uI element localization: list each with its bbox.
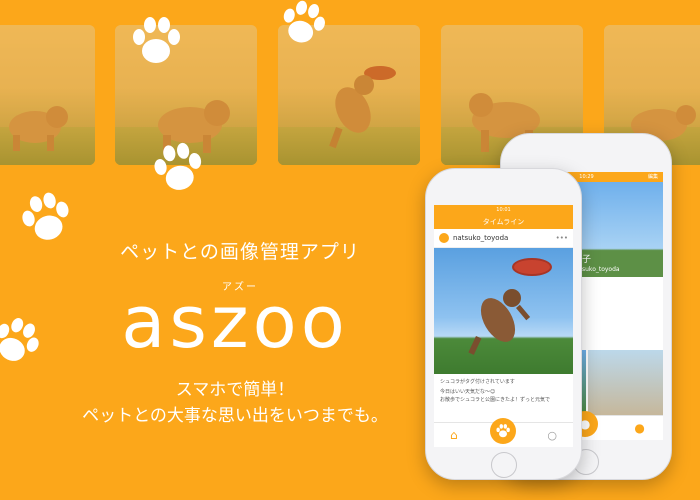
tagline: ペットとの画像管理アプリ [120,241,360,263]
paw-icon[interactable] [489,418,516,444]
app-logo: aszoo [121,280,349,364]
more-menu-icon[interactable]: ••• [556,234,568,242]
post-caption: シュコラがタグ付けされています 今日はいい天気だな〜☺ お散歩でシュコラと公園に… [434,374,573,408]
post-photo[interactable] [434,248,573,374]
dog-image [468,289,531,355]
paw-icon [128,13,184,69]
post-username[interactable]: natsuko_toyoda [453,234,508,242]
profile-username: suko_toyoda [582,266,620,273]
front-phone: 10:01 タイムライン natsuko_toyoda ••• シュコラがタグ付… [425,168,582,480]
status-bar: 10:01 [434,205,573,215]
front-tab-bar: ⌂ ○ [434,418,573,447]
page-title: タイムライン [434,215,573,229]
copy-line-2: ペットとの大事な思い出をいつまでも。 [82,406,388,426]
grid-photo[interactable] [587,350,663,416]
caption-line: 今日はいい天気だな〜☺ [440,389,496,395]
user-icon[interactable]: ○ [547,429,557,442]
status-time: 10:29 [579,174,594,180]
copy-line-1: スマホで簡単！ [175,380,295,400]
tag-mention[interactable]: シュコラがタグ付けされています [440,378,567,386]
edit-link[interactable]: 編集 [648,172,658,182]
profile-name: 子 [582,255,592,265]
user-icon[interactable]: ● [634,421,644,435]
frisbee-image [512,258,552,276]
post-header: natsuko_toyoda ••• [434,229,573,248]
avatar[interactable] [439,233,449,243]
header-photo-1 [0,25,95,165]
home-button[interactable] [491,452,517,478]
home-icon[interactable]: ⌂ [450,428,458,442]
caption-line: お散歩でシュコラと公園にきたよ！ずっと元気で [440,397,551,403]
paw-icon [146,136,211,201]
front-phone-screen: 10:01 タイムライン natsuko_toyoda ••• シュコラがタグ付… [434,205,573,447]
status-time: 10:01 [496,207,511,213]
